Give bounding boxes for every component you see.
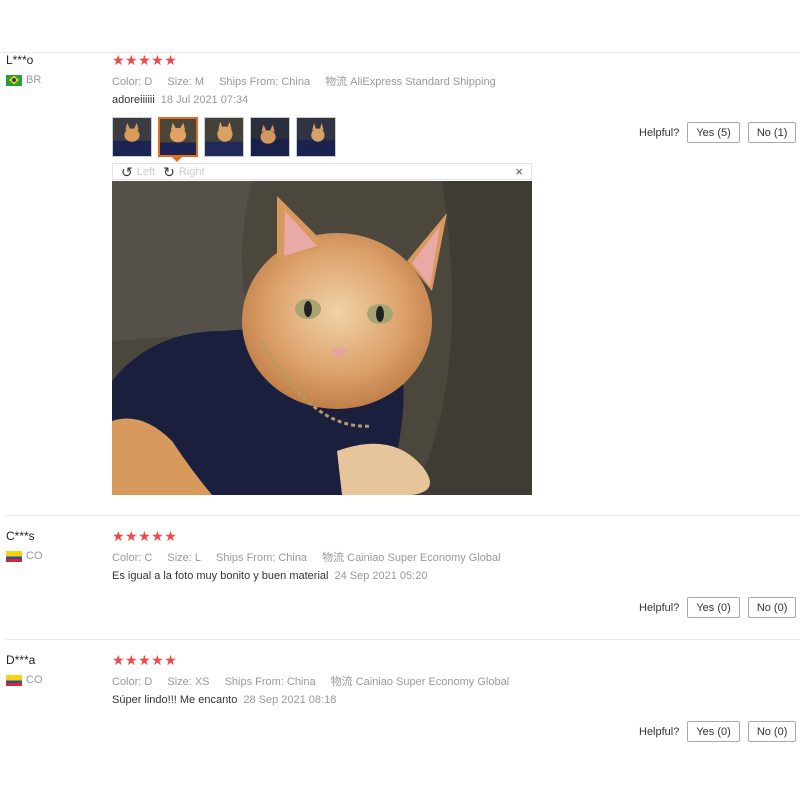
review-photo-large [112,181,532,495]
review-date: 18 Jul 2021 07:34 [160,94,249,106]
order-info: Color: C Size: L Ships From: China 物流 Cainia… [112,549,513,565]
reviewer-country: CO [6,550,43,562]
size-label: Size: [167,676,192,688]
helpful-label: Helpful? [639,601,680,614]
logistics-label: 物流 [330,676,353,688]
review-body: Súper lindo!!! Me encanto [112,694,238,706]
color-value: D [144,676,153,688]
size-value: XS [194,676,210,688]
helpful-yes-button[interactable]: Yes (0) [687,597,740,618]
order-info: Color: D Size: M Ships From: China 物流 AliExp… [112,73,508,89]
review-divider [6,515,800,516]
helpful-votes: Helpful? Yes (5) No (1) [639,122,797,143]
color-value: C [144,552,153,564]
rotate-right-icon: ↻ [163,163,175,180]
reviewer-name: D***a [6,653,36,667]
review-text: Es igual a la foto muy bonito y buen mat… [112,570,427,582]
helpful-yes-button[interactable]: Yes (5) [687,122,740,143]
star-rating: ★★★★★ [112,652,178,668]
country-code: CO [26,550,43,562]
review-date: 24 Sep 2021 05:20 [334,570,428,582]
rotate-left-button[interactable]: ↺ Left [121,165,155,179]
ships-from-label: Ships From: [224,676,284,688]
reviewer-country: BR [6,74,41,86]
photo-thumbnail[interactable] [250,117,290,157]
reviewer-name: C***s [6,529,35,543]
ships-from-value: China [278,552,308,564]
ships-from-value: China [281,76,311,88]
color-value: D [144,76,153,88]
review-divider [6,639,800,640]
color-label: Color: [112,552,142,564]
review-body: adoreiiiiii [112,94,155,106]
photo-thumbnail-selected[interactable] [158,117,198,157]
ships-from-label: Ships From: [219,76,279,88]
helpful-no-button[interactable]: No (1) [747,122,797,143]
star-rating: ★★★★★ [112,528,178,544]
country-code: BR [26,74,42,86]
reviewer-country: CO [6,674,43,686]
star-rating: ★★★★★ [112,52,178,68]
helpful-no-button[interactable]: No (0) [747,721,797,742]
close-icon[interactable]: × [515,164,523,180]
color-label: Color: [112,76,142,88]
size-value: M [194,76,204,88]
photo-thumbnail[interactable] [112,117,152,157]
helpful-label: Helpful? [639,126,680,139]
review-text: Súper lindo!!! Me encanto 28 Sep 2021 08:… [112,694,336,706]
country-code: CO [26,674,43,686]
logistics-value: Cainiao Super Economy Global [355,676,510,688]
rotate-right-button[interactable]: ↻ Right [163,165,204,179]
photo-thumbnail[interactable] [296,117,336,157]
helpful-votes: Helpful? Yes (0) No (0) [639,597,797,618]
review-text: adoreiiiiii 18 Jul 2021 07:34 [112,94,248,106]
color-label: Color: [112,676,142,688]
helpful-yes-button[interactable]: Yes (0) [687,721,740,742]
selected-thumbnail-indicator [172,157,182,162]
rotate-left-label: Left [136,165,156,178]
helpful-votes: Helpful? Yes (0) No (0) [639,721,797,742]
rotate-left-icon: ↺ [121,163,133,180]
logistics-value: Cainiao Super Economy Global [347,552,501,564]
logistics-label: 物流 [325,76,348,88]
flag-br-icon [6,74,22,86]
helpful-label: Helpful? [639,725,680,738]
cat-photo [112,181,532,495]
photo-thumbnails [112,117,336,157]
ships-from-value: China [286,676,316,688]
logistics-value: AliExpress Standard Shipping [350,76,496,88]
size-value: L [194,552,201,564]
flag-co-icon [6,674,22,686]
review-date: 28 Sep 2021 08:18 [243,694,337,706]
size-label: Size: [167,552,192,564]
ships-from-label: Ships From: [216,552,276,564]
order-info: Color: D Size: XS Ships From: China 物流 Caini… [112,673,521,689]
review-body: Es igual a la foto muy bonito y buen mat… [112,570,329,582]
photo-viewer-toolbar: ↺ Left ↻ Right × [112,163,532,180]
size-label: Size: [167,76,192,88]
flag-co-icon [6,550,22,562]
helpful-no-button[interactable]: No (0) [747,597,797,618]
logistics-label: 物流 [322,552,345,564]
rotate-right-label: Right [178,165,205,178]
photo-thumbnail[interactable] [204,117,244,157]
reviewer-name: L***o [6,53,34,67]
